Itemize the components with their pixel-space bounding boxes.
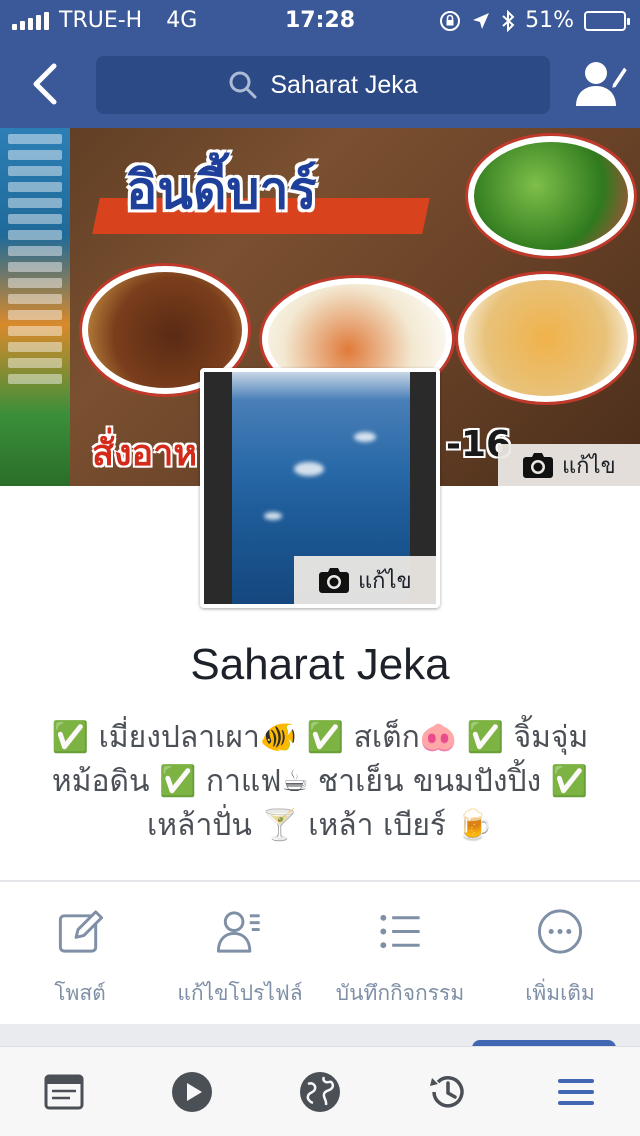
camera-icon [523, 453, 553, 478]
photo-highlight [354, 432, 376, 442]
tab-notifications[interactable] [256, 1047, 384, 1136]
cover-order-text: สั่งอาห [92, 433, 198, 474]
tab-history[interactable] [384, 1047, 512, 1136]
search-bar[interactable]: Saharat Jeka [96, 56, 550, 114]
profile-name: Saharat Jeka [190, 640, 450, 689]
divider [0, 880, 640, 882]
tab-video[interactable] [128, 1047, 256, 1136]
action-label: บันทึกกิจกรรม [335, 981, 465, 1005]
app-header: TRUE-H 4G 17:28 51% Saharat Jeka [0, 0, 640, 128]
bottom-tab-bar [0, 1046, 640, 1136]
more-icon [537, 909, 583, 954]
camera-icon [319, 568, 349, 593]
cover-food-plate [468, 136, 634, 256]
bio-line: เหล้าปั่น 🍸 เหล้า เบียร์ 🍺 [147, 808, 493, 843]
back-icon[interactable] [26, 58, 66, 110]
history-icon [430, 1076, 464, 1108]
rotation-lock-icon [440, 10, 461, 31]
action-label: เพิ่มเติม [525, 981, 595, 1005]
edit-profile-photo-button[interactable]: แก้ไข [294, 556, 436, 604]
video-icon [172, 1072, 212, 1112]
search-icon [229, 71, 257, 99]
activity-log-icon [380, 914, 420, 949]
activity-log-button[interactable]: บันทึกกิจกรรม [320, 900, 480, 1010]
status-bar: TRUE-H 4G 17:28 51% [0, 0, 640, 40]
edit-profile-button[interactable]: แก้ไขโปรไฟล์ [160, 900, 320, 1010]
battery-percent: 51% [525, 8, 574, 33]
action-label: โพสต์ [54, 981, 106, 1005]
more-button[interactable]: เพิ่มเติม [480, 900, 640, 1010]
battery-icon [584, 10, 630, 31]
location-icon [473, 12, 490, 29]
menu-icon [558, 1079, 594, 1105]
profile-bio: ✅ เมี่ยงปลาเผา🐠 ✅ สเต็ก🐽 ✅ จิ้มจุ่ม หม้อ… [30, 716, 610, 848]
compose-icon [58, 910, 104, 953]
bluetooth-icon [502, 9, 515, 32]
news-feed-icon [44, 1074, 84, 1110]
tab-menu[interactable] [512, 1047, 640, 1136]
status-right: 51% [439, 8, 630, 33]
search-query: Saharat Jeka [270, 70, 418, 99]
edit-profile-photo-label: แก้ไข [358, 568, 412, 594]
tab-news-feed[interactable] [0, 1047, 128, 1136]
action-label: แก้ไขโปรไฟล์ [177, 981, 303, 1005]
edit-profile-icon [216, 911, 260, 953]
profile-actions: โพสต์ แก้ไขโปรไฟล์ บันทึกกิจกรรม เพิ่มเต… [0, 900, 640, 1010]
photo-highlight [294, 462, 324, 476]
edit-cover-label: แก้ไข [562, 453, 616, 479]
bio-line: หม้อดิน ✅ กาแฟ☕ ชาเย็น ขนมปังปิ้ง ✅ [51, 764, 589, 799]
post-button[interactable]: โพสต์ [0, 900, 160, 1010]
globe-icon [300, 1072, 340, 1112]
photo-highlight [264, 512, 282, 520]
add-friend-icon[interactable] [574, 58, 630, 110]
cover-brand-text: อินดี้บาร์ [126, 161, 317, 221]
cover-food-plate [458, 274, 634, 402]
cover-menu-strip [0, 128, 70, 486]
bio-line: ✅ เมี่ยงปลาเผา🐠 ✅ สเต็ก🐽 ✅ จิ้มจุ่ม [51, 720, 589, 755]
edit-cover-button[interactable]: แก้ไข [498, 444, 640, 486]
